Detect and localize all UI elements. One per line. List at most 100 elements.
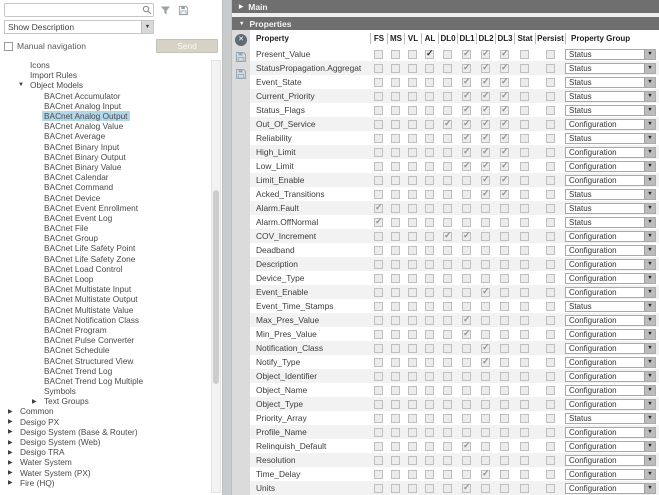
checkbox[interactable]: ✓ bbox=[500, 162, 509, 171]
checkbox[interactable] bbox=[520, 260, 529, 269]
chevron-collapsed-icon[interactable]: ▶ bbox=[8, 449, 18, 456]
checkbox[interactable] bbox=[462, 414, 471, 423]
property-group-dropdown[interactable]: Configuration▼ bbox=[565, 147, 656, 158]
checkbox[interactable] bbox=[481, 330, 490, 339]
checkbox[interactable] bbox=[500, 316, 509, 325]
save-as-icon[interactable] bbox=[235, 68, 247, 80]
checkbox[interactable] bbox=[408, 92, 417, 101]
chevron-expanded-icon[interactable]: ▼ bbox=[18, 82, 28, 88]
checkbox[interactable] bbox=[462, 204, 471, 213]
checkbox[interactable] bbox=[462, 344, 471, 353]
checkbox[interactable] bbox=[408, 148, 417, 157]
checkbox[interactable] bbox=[546, 386, 555, 395]
checkbox[interactable]: ✓ bbox=[500, 120, 509, 129]
checkbox[interactable] bbox=[391, 120, 400, 129]
chevron-down-icon[interactable]: ▼ bbox=[644, 372, 655, 381]
checkbox[interactable] bbox=[462, 428, 471, 437]
checkbox[interactable]: ✓ bbox=[462, 316, 471, 325]
chevron-down-icon[interactable]: ▼ bbox=[644, 484, 655, 493]
checkbox[interactable] bbox=[408, 176, 417, 185]
checkbox[interactable] bbox=[520, 316, 529, 325]
checkbox[interactable] bbox=[408, 50, 417, 59]
checkbox[interactable]: ✓ bbox=[481, 358, 490, 367]
checkbox[interactable] bbox=[443, 176, 452, 185]
tree-item-fire-hq[interactable]: ▶Fire (HQ) bbox=[0, 478, 209, 488]
checkbox[interactable] bbox=[546, 64, 555, 73]
checkbox[interactable] bbox=[374, 232, 383, 241]
checkbox[interactable] bbox=[546, 316, 555, 325]
checkbox[interactable] bbox=[500, 372, 509, 381]
checkbox[interactable] bbox=[391, 442, 400, 451]
checkbox[interactable]: ✓ bbox=[462, 442, 471, 451]
checkbox[interactable] bbox=[374, 176, 383, 185]
chevron-expanded-icon[interactable]: ▼ bbox=[239, 21, 244, 27]
chevron-down-icon[interactable]: ▼ bbox=[644, 148, 655, 157]
checkbox[interactable] bbox=[443, 218, 452, 227]
checkbox[interactable] bbox=[408, 316, 417, 325]
checkbox[interactable] bbox=[443, 428, 452, 437]
checkbox[interactable] bbox=[443, 330, 452, 339]
property-group-dropdown[interactable]: Status▼ bbox=[565, 301, 656, 312]
tree-item-bacnet-load-control[interactable]: BACnet Load Control bbox=[0, 264, 209, 274]
checkbox[interactable] bbox=[443, 92, 452, 101]
tree-item-bacnet-multistate-input[interactable]: BACnet Multistate Input bbox=[0, 284, 209, 294]
checkbox[interactable] bbox=[425, 470, 434, 479]
checkbox[interactable] bbox=[520, 400, 529, 409]
checkbox[interactable] bbox=[520, 288, 529, 297]
checkbox[interactable] bbox=[546, 442, 555, 451]
checkbox[interactable] bbox=[391, 358, 400, 367]
chevron-down-icon[interactable]: ▼ bbox=[644, 190, 655, 199]
checkbox[interactable] bbox=[443, 134, 452, 143]
checkbox[interactable] bbox=[425, 302, 434, 311]
checkbox[interactable] bbox=[374, 470, 383, 479]
checkbox[interactable]: ✓ bbox=[481, 50, 490, 59]
checkbox[interactable] bbox=[500, 274, 509, 283]
checkbox[interactable] bbox=[546, 50, 555, 59]
chevron-down-icon[interactable]: ▼ bbox=[644, 414, 655, 423]
checkbox[interactable] bbox=[408, 246, 417, 255]
checkbox[interactable] bbox=[374, 78, 383, 87]
checkbox[interactable] bbox=[500, 428, 509, 437]
checkbox[interactable]: ✓ bbox=[500, 176, 509, 185]
checkbox[interactable] bbox=[520, 484, 529, 493]
checkbox[interactable] bbox=[443, 372, 452, 381]
checkbox[interactable] bbox=[500, 400, 509, 409]
chevron-down-icon[interactable]: ▼ bbox=[644, 120, 655, 129]
checkbox[interactable] bbox=[520, 162, 529, 171]
section-properties-header[interactable]: ▼ Properties bbox=[232, 17, 659, 30]
checkbox[interactable] bbox=[374, 358, 383, 367]
checkbox[interactable] bbox=[443, 386, 452, 395]
checkbox[interactable] bbox=[408, 288, 417, 297]
chevron-down-icon[interactable]: ▼ bbox=[644, 92, 655, 101]
checkbox[interactable] bbox=[443, 316, 452, 325]
checkbox[interactable]: ✓ bbox=[462, 64, 471, 73]
chevron-collapsed-icon[interactable]: ▶ bbox=[8, 479, 18, 486]
checkbox[interactable] bbox=[374, 372, 383, 381]
checkbox[interactable] bbox=[425, 386, 434, 395]
chevron-down-icon[interactable]: ▼ bbox=[644, 316, 655, 325]
checkbox[interactable] bbox=[443, 190, 452, 199]
checkbox[interactable]: ✓ bbox=[500, 106, 509, 115]
checkbox[interactable]: ✓ bbox=[443, 120, 452, 129]
chevron-down-icon[interactable]: ▼ bbox=[644, 162, 655, 171]
checkbox[interactable] bbox=[462, 288, 471, 297]
checkbox[interactable] bbox=[520, 204, 529, 213]
close-icon[interactable]: ✕ bbox=[235, 34, 247, 46]
checkbox[interactable] bbox=[546, 106, 555, 115]
checkbox[interactable] bbox=[425, 456, 434, 465]
chevron-down-icon[interactable]: ▼ bbox=[644, 78, 655, 87]
checkbox[interactable] bbox=[520, 442, 529, 451]
checkbox[interactable] bbox=[500, 442, 509, 451]
chevron-down-icon[interactable]: ▼ bbox=[644, 106, 655, 115]
checkbox[interactable] bbox=[391, 50, 400, 59]
checkbox[interactable] bbox=[500, 218, 509, 227]
checkbox[interactable] bbox=[520, 176, 529, 185]
tree-item-import-rules[interactable]: Import Rules bbox=[0, 70, 209, 80]
checkbox[interactable] bbox=[374, 442, 383, 451]
checkbox[interactable] bbox=[520, 456, 529, 465]
checkbox[interactable]: ✓ bbox=[481, 64, 490, 73]
property-group-dropdown[interactable]: Status▼ bbox=[565, 203, 656, 214]
chevron-down-icon[interactable]: ▼ bbox=[644, 176, 655, 185]
checkbox[interactable] bbox=[391, 162, 400, 171]
checkbox[interactable] bbox=[391, 428, 400, 437]
